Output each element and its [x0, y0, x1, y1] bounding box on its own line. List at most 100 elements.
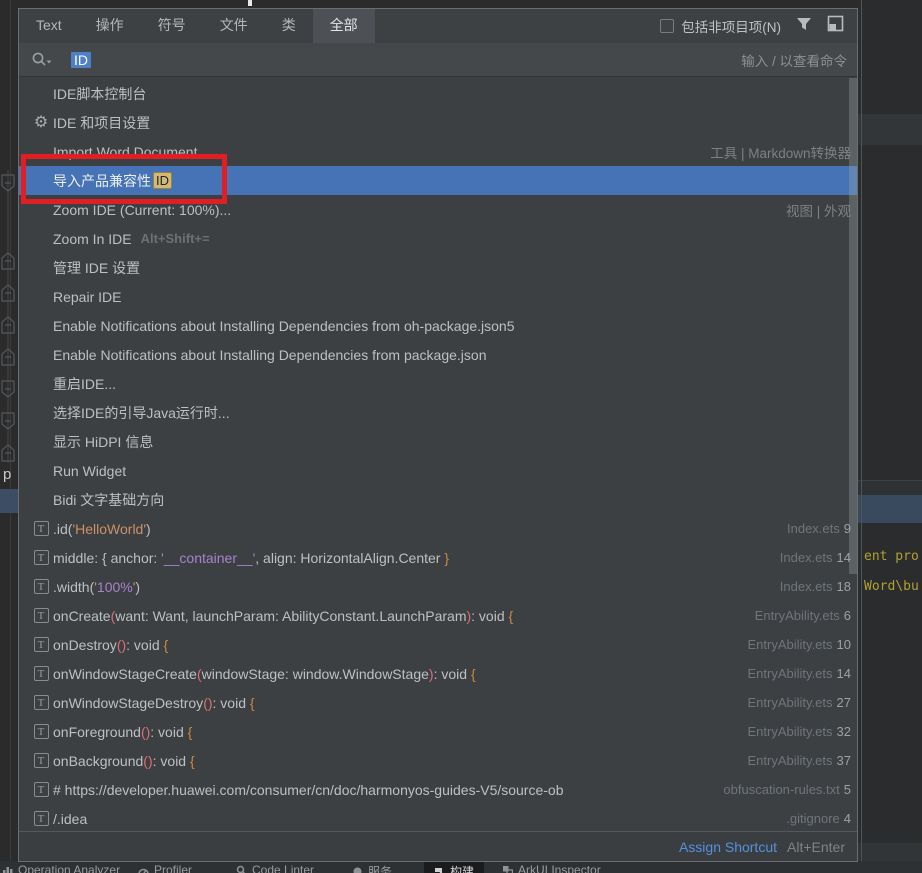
code-segment: 'HelloWorld': [72, 521, 146, 537]
action-row[interactable]: 重启IDE...: [19, 369, 857, 398]
action-row[interactable]: 显示 HiDPI 信息: [19, 427, 857, 456]
code-segment: {: [509, 608, 514, 624]
action-row[interactable]: IDE脚本控制台: [19, 79, 857, 108]
code-segment: : void: [150, 724, 187, 740]
status-bar-item[interactable]: 构建: [424, 861, 484, 873]
text-result-row[interactable]: TonForeground(): void {EntryAbility.ets3…: [19, 717, 857, 746]
action-row[interactable]: Repair IDE: [19, 282, 857, 311]
open-in-window-button[interactable]: [827, 15, 844, 37]
gear-icon: ⚙: [29, 115, 53, 131]
file-reference: EntryAbility.ets 10: [748, 637, 851, 652]
services-icon: [352, 866, 363, 873]
code-segment: .width(: [53, 579, 94, 595]
action-row[interactable]: Enable Notifications about Installing De…: [19, 311, 857, 340]
line-number: 10: [837, 637, 851, 652]
action-row[interactable]: ⚙IDE 和项目设置: [19, 108, 857, 137]
status-bar-item[interactable]: Profiler: [138, 863, 192, 873]
status-bar-item-label: ArkUI Inspector: [518, 863, 601, 873]
text-result-row[interactable]: T.width('100%')Index.ets18: [19, 572, 857, 601]
text-search-icon-box: T: [29, 782, 53, 797]
result-code: onCreate(want: Want, launchParam: Abilit…: [53, 608, 745, 624]
file-name: .gitignore: [786, 811, 839, 826]
action-row[interactable]: 管理 IDE 设置: [19, 253, 857, 282]
code-segment: # https://developer.huawei.com/consumer/…: [53, 782, 564, 798]
code-segment: onCreate: [53, 608, 111, 624]
status-bar-item-label: 构建: [450, 863, 474, 873]
background-right-strip: ent pro Word\bu: [858, 0, 922, 873]
result-code: onWindowStageCreate(windowStage: window.…: [53, 666, 738, 682]
code-segment: onWindowStageDestroy: [53, 695, 203, 711]
tab-files[interactable]: 文件: [203, 9, 265, 43]
result-code: onBackground(): void {: [53, 753, 738, 769]
tab-all[interactable]: 全部: [313, 9, 375, 43]
action-row[interactable]: Run Widget: [19, 456, 857, 485]
text-search-icon: T: [34, 608, 49, 623]
checkbox-label: 包括非项目项(N): [681, 16, 781, 36]
list-scrollbar-thumb[interactable]: [849, 78, 857, 574]
include-non-project-checkbox[interactable]: 包括非项目项(N): [660, 16, 781, 36]
action-label: IDE脚本控制台: [53, 84, 146, 104]
text-result-row[interactable]: TonWindowStageDestroy(): void {EntryAbil…: [19, 688, 857, 717]
text-result-row[interactable]: Tmiddle: { anchor: '__container__', alig…: [19, 543, 857, 572]
file-reference: Index.ets9: [787, 521, 851, 536]
filter-button[interactable]: [796, 16, 812, 37]
action-row[interactable]: Bidi 文字基础方向: [19, 485, 857, 514]
file-name: Index.ets: [780, 550, 833, 565]
text-search-icon: T: [34, 724, 49, 739]
file-reference: EntryAbility.ets6: [755, 608, 851, 623]
line-number: 6: [844, 608, 851, 623]
action-row[interactable]: 选择IDE的引导Java运行时...: [19, 398, 857, 427]
background-left-strip: p: [0, 0, 18, 873]
status-bar-item[interactable]: Operation Analyzer: [2, 863, 120, 873]
assign-shortcut-link[interactable]: Assign Shortcut: [679, 839, 777, 855]
code-segment: onDestroy: [53, 637, 117, 653]
text-result-row[interactable]: TonDestroy(): void { EntryAbility.ets 10: [19, 630, 857, 659]
action-row[interactable]: Zoom In IDEAlt+Shift+=: [19, 224, 857, 253]
code-segment: (): [117, 637, 126, 653]
code-segment: {: [190, 753, 195, 769]
code-segment: want: Want, launchParam: AbilityConstant…: [115, 608, 466, 624]
text-search-icon: T: [34, 637, 49, 652]
file-name: obfuscation-rules.txt: [723, 782, 839, 797]
code-segment: (): [143, 753, 152, 769]
code-segment: (): [203, 695, 212, 711]
editor-code-line: Word\bu: [864, 579, 919, 594]
search-hint: 输入 / 以查看命令: [741, 50, 857, 70]
footer: Assign Shortcut Alt+Enter: [19, 831, 857, 861]
action-label: 显示 HiDPI 信息: [53, 432, 153, 452]
text-result-row[interactable]: TonBackground(): void {EntryAbility.ets3…: [19, 746, 857, 775]
tab-classes[interactable]: 类: [265, 9, 313, 43]
editor-code-line: ent pro: [864, 549, 919, 564]
result-code: # https://developer.huawei.com/consumer/…: [53, 782, 713, 798]
funnel-icon: [796, 16, 812, 32]
action-label: Enable Notifications about Installing De…: [53, 347, 487, 363]
status-bar-item[interactable]: Code Linter: [236, 863, 314, 873]
text-result-row[interactable]: TonWindowStageCreate(windowStage: window…: [19, 659, 857, 688]
status-bar-item-label: Operation Analyzer: [18, 863, 120, 873]
result-code: /.idea: [53, 811, 776, 827]
file-name: EntryAbility.ets: [748, 637, 833, 652]
text-search-icon-box: T: [29, 637, 53, 652]
action-row[interactable]: Enable Notifications about Installing De…: [19, 340, 857, 369]
text-search-icon: T: [34, 811, 49, 826]
text-result-row[interactable]: TonCreate(want: Want, launchParam: Abili…: [19, 601, 857, 630]
file-name: EntryAbility.ets: [748, 695, 833, 710]
text-search-icon: T: [34, 521, 49, 536]
annotation-red-box: [21, 154, 227, 204]
profiler-icon: [138, 865, 149, 873]
text-result-row[interactable]: T/.idea.gitignore4: [19, 804, 857, 831]
tab-actions[interactable]: 操作: [79, 9, 141, 43]
file-reference: obfuscation-rules.txt5: [723, 782, 851, 797]
result-code: onDestroy(): void {: [53, 637, 738, 653]
tab-symbols[interactable]: 符号: [141, 9, 203, 43]
status-bar-item[interactable]: 服务: [352, 863, 392, 873]
action-label: Enable Notifications about Installing De…: [53, 318, 515, 334]
search-field[interactable]: ID 输入 / 以查看命令: [19, 43, 857, 77]
checkbox-box[interactable]: [660, 19, 674, 33]
status-bar-item[interactable]: ArkUI Inspector: [502, 863, 601, 873]
text-result-row[interactable]: T# https://developer.huawei.com/consumer…: [19, 775, 857, 804]
tab-text[interactable]: Text: [19, 9, 79, 43]
code-segment: : void: [471, 608, 508, 624]
text-result-row[interactable]: T.id('HelloWorld')Index.ets9: [19, 514, 857, 543]
action-context: 工具 | Markdown转换器: [710, 142, 851, 162]
